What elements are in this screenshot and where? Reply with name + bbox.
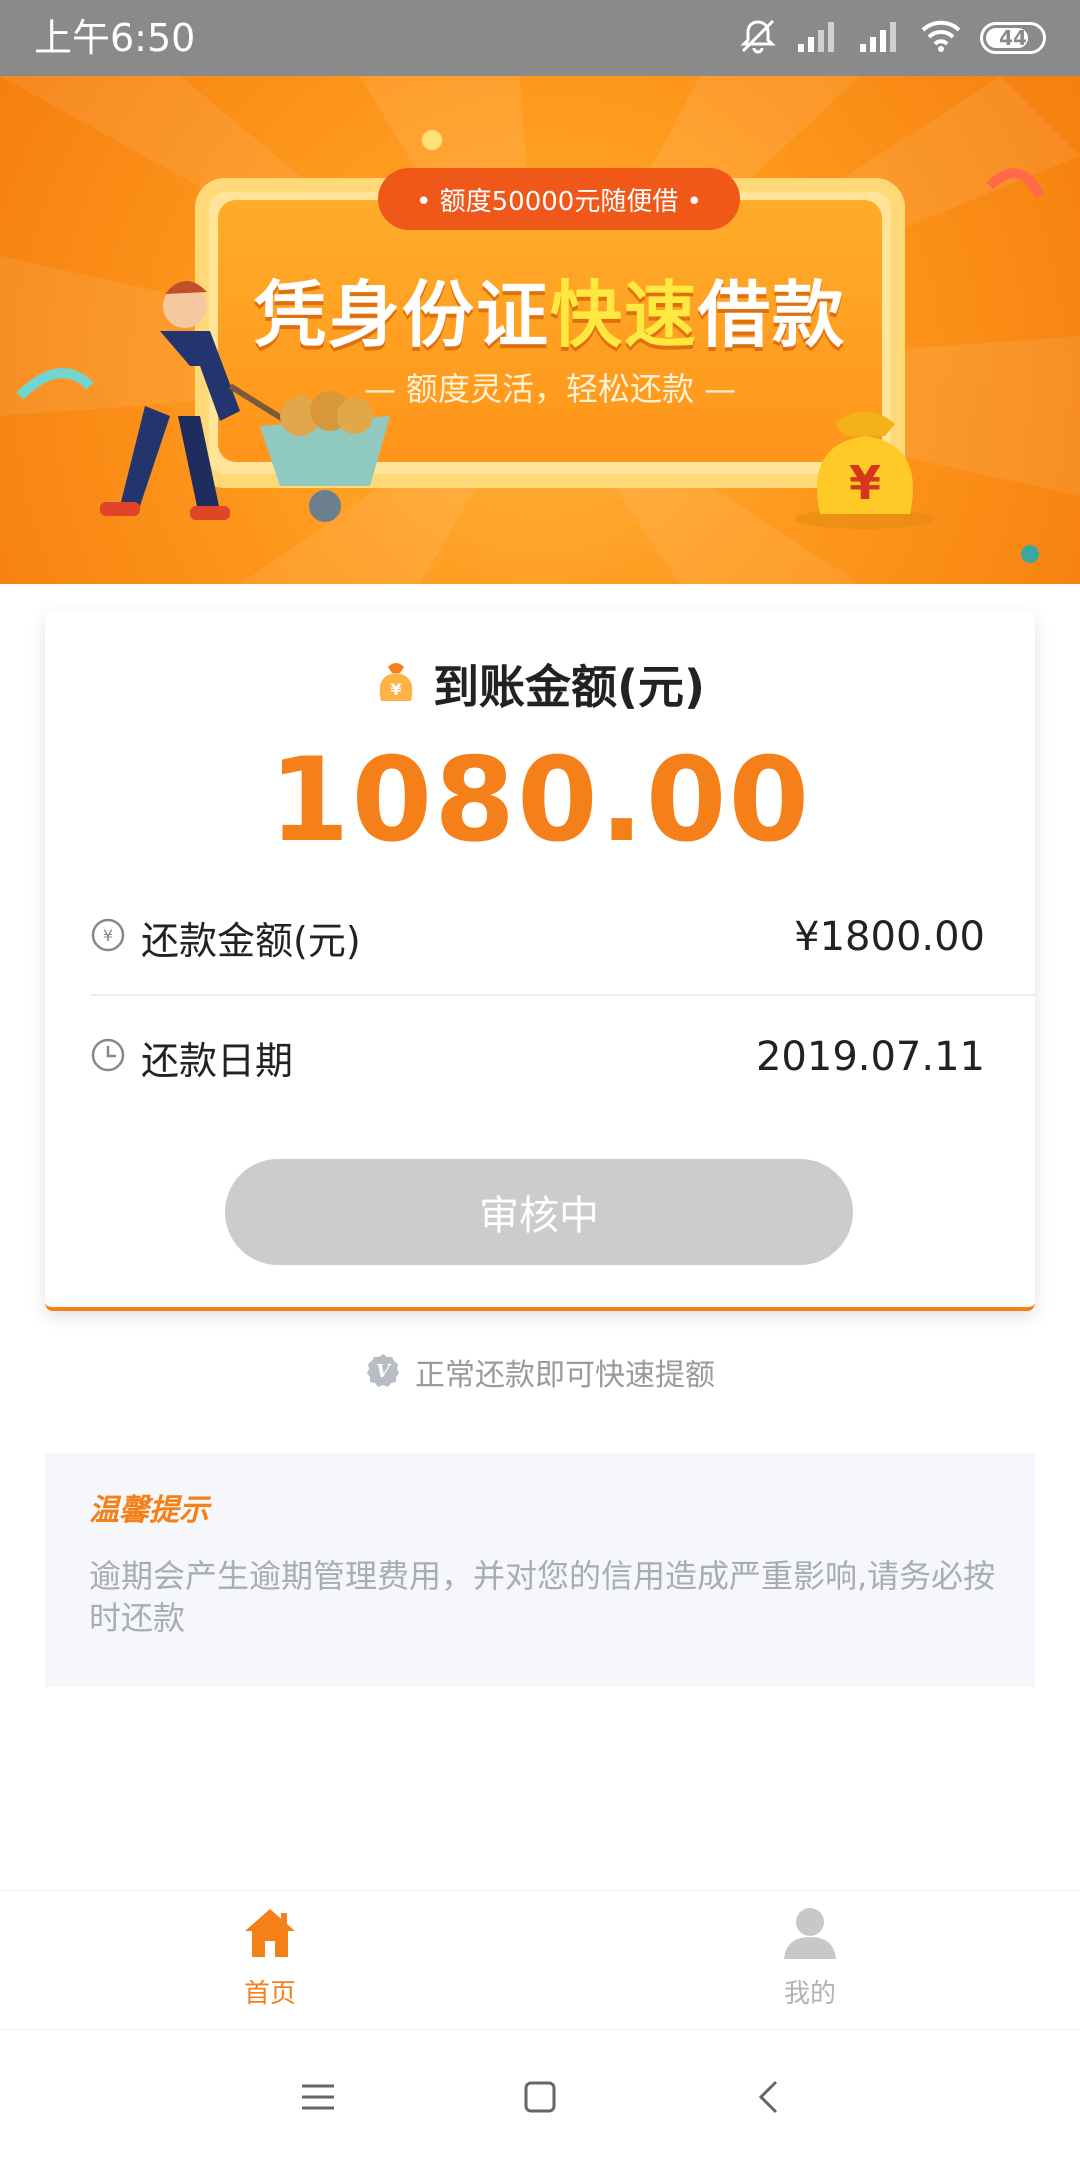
yen-circle-icon: ¥ [91,918,125,956]
signal-icon [796,18,840,58]
tab-home-label: 首页 [243,1979,296,2009]
status-time: 上午6:50 [34,16,196,60]
money-bag-small-icon: ¥ [375,659,417,709]
battery-level: 44 [999,26,1027,50]
row-divider [91,994,1035,996]
svg-text:V: V [376,1361,392,1382]
svg-text:¥: ¥ [849,456,881,510]
repay-date-label: 还款日期 [141,1038,294,1083]
credit-tip-text: 正常还款即可快速提额 [415,1358,715,1393]
headline-highlight: 快速 [549,273,698,357]
status-button[interactable]: 审核中 [225,1159,853,1265]
menu-icon[interactable] [288,2072,348,2122]
home-square-icon[interactable] [510,2072,570,2122]
home-icon [241,1905,299,1965]
signal-icon-2 [858,18,902,58]
battery-icon: 44 [980,22,1046,54]
svg-text:¥: ¥ [103,926,113,945]
promo-banner[interactable]: • 额度50000元随便借 • 凭身份证快速借款 — 额度灵活，轻松还款 — ¥ [0,76,1080,584]
status-bar: 上午6:50 44 [0,0,1080,76]
tab-home[interactable]: 首页 [170,1905,370,2019]
v-badge-icon: V [365,1352,401,1392]
headline-part2: 借款 [698,273,847,357]
svg-text:¥: ¥ [390,680,401,699]
user-icon [781,1905,839,1965]
notice-body: 逾期会产生逾期管理费用，并对您的信用造成严重影响,请务必按时还款 [89,1557,996,1637]
bottom-tabbar: 首页 我的 [0,1890,1080,2030]
repay-amount-row: ¥ 还款金额(元) ¥1800.00 [91,907,985,967]
mute-icon [738,16,778,60]
repay-date-row: 还款日期 2019.07.11 [91,1027,985,1087]
back-icon[interactable] [738,2072,798,2122]
tab-mine[interactable]: 我的 [710,1905,910,2019]
wifi-icon [920,18,962,58]
system-navigation [0,2030,1080,2160]
tab-mine-label: 我的 [783,1979,836,2009]
received-amount: 1080.00 [268,733,812,868]
warm-notice: 温馨提示 逾期会产生逾期管理费用，并对您的信用造成严重影响,请务必按时还款 [45,1453,1035,1687]
banner-tag: • 额度50000元随便借 • [378,168,740,230]
loan-card: ¥ 到账金额(元) 1080.00 ¥ 还款金额(元) ¥1800.00 还款日… [45,611,1035,1311]
status-icons: 44 [738,18,1046,58]
repay-date-value: 2019.07.11 [755,1034,985,1080]
credit-tip: V 正常还款即可快速提额 [0,1350,1080,1394]
card-title-text: 到账金额(元) [432,660,706,714]
notice-heading: 温馨提示 [89,1493,209,1528]
repay-amount-label: 还款金额(元) [141,918,361,963]
card-title: ¥ 到账金额(元) [45,651,1035,717]
businessman-illustration [100,280,390,522]
repay-amount-value: ¥1800.00 [794,914,985,960]
clock-icon [91,1038,125,1076]
money-bag-icon: ¥ [795,411,935,529]
